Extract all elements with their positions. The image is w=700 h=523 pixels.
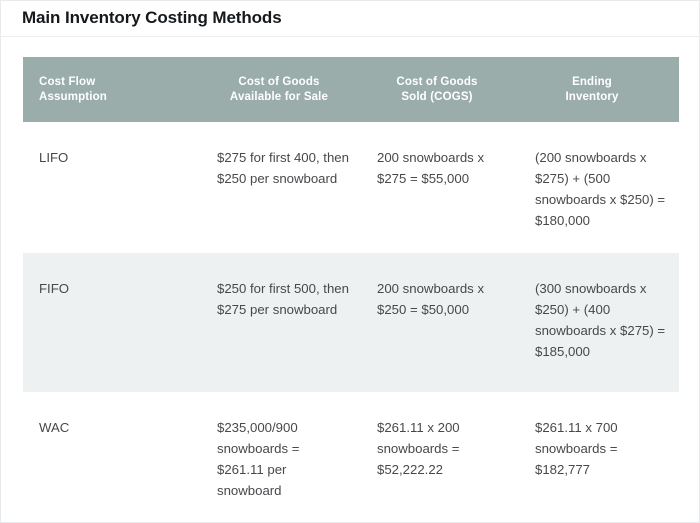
column-header-line: Inventory — [565, 90, 619, 103]
cell-cost-of-goods-available-for-sale: $235,000/900 snowboards = $261.11 per sn… — [201, 392, 363, 522]
cell-text: 200 snowboards x $275 = $55,000 — [377, 150, 485, 186]
cell-method: LIFO — [23, 122, 201, 253]
table-row: WAC $235,000/900 snowboards = $261.11 pe… — [23, 392, 679, 522]
costing-methods-table-wrap: Cost Flow Assumption Cost of Goods Avail… — [23, 57, 679, 522]
cell-cost-of-goods-sold: 200 snowboards x $250 = $50,000 — [363, 253, 511, 392]
cell-text: $235,000/900 snowboards = $261.11 per sn… — [217, 420, 300, 498]
table-body: LIFO $275 for first 400, then $250 per s… — [23, 122, 679, 522]
column-header-cost-of-goods-sold: Cost of Goods Sold (COGS) — [363, 57, 511, 122]
column-header-cost-flow-assumption: Cost Flow Assumption — [23, 57, 201, 122]
cell-ending-inventory: (300 snowboards x $250) + (400 snowboard… — [511, 253, 679, 392]
cell-text: $261.11 x 700 snowboards = $182,777 — [535, 420, 618, 477]
cell-text: FIFO — [39, 281, 70, 296]
table-row: FIFO $250 for first 500, then $275 per s… — [23, 253, 679, 392]
cell-text: (300 snowboards x $250) + (400 snowboard… — [535, 281, 666, 359]
table-header-row: Cost Flow Assumption Cost of Goods Avail… — [23, 57, 679, 122]
column-header-line: Sold (COGS) — [401, 90, 473, 103]
cell-cost-of-goods-sold: 200 snowboards x $275 = $55,000 — [363, 122, 511, 253]
column-header-line: Cost of Goods — [396, 75, 478, 88]
table-header: Cost Flow Assumption Cost of Goods Avail… — [23, 57, 679, 122]
cell-text: (200 snowboards x $275) + (500 snowboard… — [535, 150, 666, 228]
cell-text: $250 for first 500, then $275 per snowbo… — [217, 281, 349, 317]
cell-text: $261.11 x 200 snowboards = $52,222.22 — [377, 420, 460, 477]
cell-cost-of-goods-sold: $261.11 x 200 snowboards = $52,222.22 — [363, 392, 511, 522]
column-header-line: Cost Flow — [39, 75, 96, 88]
table-row: LIFO $275 for first 400, then $250 per s… — [23, 122, 679, 253]
cell-ending-inventory: (200 snowboards x $275) + (500 snowboard… — [511, 122, 679, 253]
title-bar: Main Inventory Costing Methods — [1, 1, 699, 37]
column-header-line: Assumption — [39, 90, 107, 103]
cell-method: FIFO — [23, 253, 201, 392]
page-container: Main Inventory Costing Methods Cost Flow… — [0, 0, 700, 523]
column-header-ending-inventory: Ending Inventory — [511, 57, 679, 122]
column-header-cost-of-goods-available-for-sale: Cost of Goods Available for Sale — [201, 57, 363, 122]
column-header-line: Ending — [572, 75, 612, 88]
cell-text: 200 snowboards x $250 = $50,000 — [377, 281, 485, 317]
cell-text: $275 for first 400, then $250 per snowbo… — [217, 150, 349, 186]
column-header-line: Cost of Goods — [238, 75, 320, 88]
costing-methods-table: Cost Flow Assumption Cost of Goods Avail… — [23, 57, 679, 522]
page-title: Main Inventory Costing Methods — [22, 8, 282, 27]
cell-cost-of-goods-available-for-sale: $275 for first 400, then $250 per snowbo… — [201, 122, 363, 253]
cell-ending-inventory: $261.11 x 700 snowboards = $182,777 — [511, 392, 679, 522]
cell-text: LIFO — [39, 150, 69, 165]
cell-text: WAC — [39, 420, 70, 435]
column-header-line: Available for Sale — [229, 90, 329, 103]
cell-method: WAC — [23, 392, 201, 522]
cell-cost-of-goods-available-for-sale: $250 for first 500, then $275 per snowbo… — [201, 253, 363, 392]
